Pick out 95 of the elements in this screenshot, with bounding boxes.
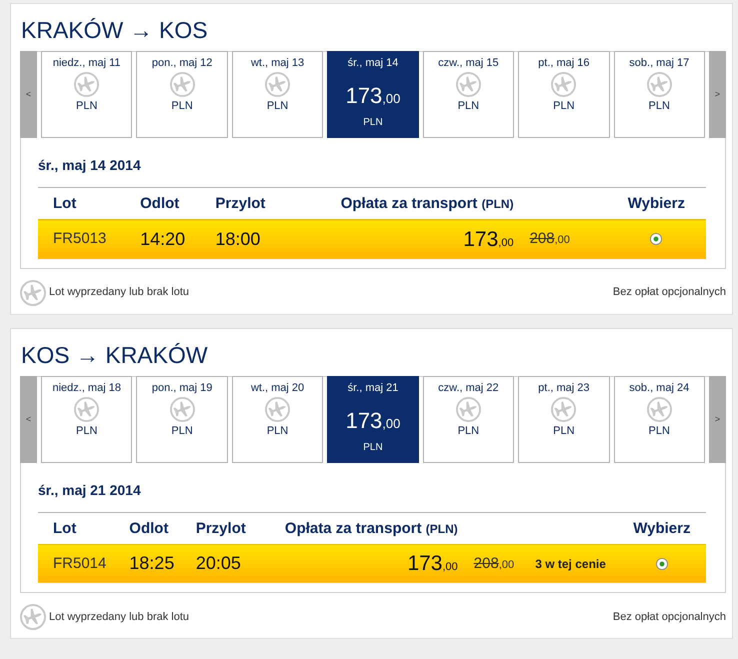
- date-tile[interactable]: pt., maj 23 PLN: [518, 376, 610, 462]
- date-tile[interactable]: czw., maj 15 PLN: [422, 51, 514, 138]
- flight-number: FR5013: [53, 230, 106, 248]
- currency-label: PLN: [363, 440, 383, 454]
- tile-date: czw., maj 15: [438, 57, 499, 70]
- tile-date: śr., maj 14: [348, 57, 398, 70]
- plane-icon: [265, 72, 290, 97]
- column-header: Opłata za transport (PLN): [340, 195, 514, 212]
- route-title: KOS → KRAKÓW: [21, 340, 208, 368]
- currency-label: PLN: [553, 100, 575, 113]
- plane-icon: [646, 72, 672, 97]
- old-price: 208,00: [474, 554, 514, 572]
- currency-label: PLN: [171, 424, 193, 438]
- date-tile[interactable]: pon., maj 19 PLN: [136, 376, 228, 462]
- legend-text: Lot wyprzedany lub brak lotu: [49, 610, 190, 625]
- currency-label: PLN: [648, 424, 670, 438]
- currency-label: PLN: [553, 424, 575, 438]
- date-tile[interactable]: śr., maj 14 173,00 PLN: [327, 51, 419, 138]
- plane-icon: [456, 72, 481, 97]
- radio-button[interactable]: [656, 558, 668, 570]
- date-tile[interactable]: czw., maj 22 PLN: [422, 376, 514, 462]
- plane-icon: [20, 604, 46, 630]
- next-button[interactable]: >: [708, 376, 726, 462]
- fee-note: Bez opłat opcjonalnych: [612, 285, 726, 300]
- column-header: Odlot: [129, 520, 168, 536]
- fare-price: 173,00: [463, 228, 514, 250]
- plane-icon: [456, 396, 481, 422]
- column-header: Przylot: [215, 195, 266, 212]
- currency-label: PLN: [458, 424, 480, 438]
- next-button[interactable]: >: [708, 51, 726, 138]
- plane-icon: [74, 72, 100, 97]
- date-tile[interactable]: sob., maj 24 PLN: [614, 376, 705, 462]
- currency-label: PLN: [76, 100, 98, 113]
- date-tile[interactable]: wt., maj 20 PLN: [232, 376, 324, 462]
- fare-price: 173,00: [407, 552, 458, 575]
- previous-button[interactable]: <: [20, 51, 37, 138]
- tile-date: śr., maj 21: [348, 382, 398, 394]
- tile-date: pon., maj 12: [152, 57, 212, 70]
- currency-label: PLN: [458, 100, 480, 113]
- column-header: Odlot: [140, 195, 180, 212]
- date-heading: śr., maj 14 2014: [38, 157, 141, 174]
- departure-time: 18:25: [129, 553, 174, 574]
- plane-icon: [646, 396, 672, 422]
- currency-label: PLN: [648, 100, 670, 113]
- date-tile[interactable]: pt., maj 16 PLN: [518, 51, 610, 138]
- departure-time: 14:20: [140, 228, 186, 249]
- column-header: Wybierz: [633, 520, 690, 536]
- column-header: Opłata za transport (PLN): [284, 520, 458, 536]
- date-tile[interactable]: niedz., maj 18 PLN: [41, 376, 132, 462]
- currency-label: PLN: [363, 116, 383, 129]
- tile-date: niedz., maj 11: [52, 57, 121, 70]
- tile-date: pt., maj 23: [538, 382, 590, 394]
- tile-date: wt., maj 20: [250, 382, 304, 394]
- tile-date: pon., maj 19: [152, 382, 212, 394]
- plane-icon: [265, 396, 290, 422]
- currency-label: PLN: [266, 100, 288, 113]
- flight-row[interactable]: FR5013 14:20 18:00 173,00 208,00: [38, 220, 706, 258]
- plane-icon: [74, 396, 100, 422]
- tile-date: pt., maj 16: [538, 57, 590, 70]
- date-tile[interactable]: pon., maj 12 PLN: [136, 51, 228, 138]
- date-tile[interactable]: wt., maj 13 PLN: [232, 51, 324, 138]
- date-tile[interactable]: śr., maj 21 173,00 PLN: [327, 376, 419, 462]
- fee-note: Bez opłat opcjonalnych: [612, 610, 726, 625]
- tile-date: sob., maj 17: [629, 57, 690, 70]
- column-header: Wybierz: [628, 195, 685, 212]
- currency-label: PLN: [76, 424, 98, 438]
- previous-button[interactable]: <: [20, 376, 37, 462]
- currency-label: PLN: [171, 100, 193, 113]
- column-header: Lot: [53, 195, 76, 212]
- date-tile[interactable]: niedz., maj 11 PLN: [41, 51, 132, 138]
- currency-label: PLN: [266, 424, 288, 438]
- plane-icon: [20, 280, 46, 306]
- plane-icon: [551, 72, 576, 97]
- seats-note: 3 w tej cenie: [535, 556, 606, 571]
- fare-price: 173,00: [346, 83, 400, 110]
- plane-icon: [170, 72, 195, 97]
- plane-icon: [170, 396, 195, 422]
- flight-number: FR5014: [53, 554, 106, 572]
- column-header: Przylot: [196, 520, 246, 536]
- arrival-time: 20:05: [196, 553, 241, 574]
- legend-text: Lot wyprzedany lub brak lotu: [49, 285, 190, 300]
- date-heading: śr., maj 21 2014: [38, 482, 141, 498]
- tile-date: niedz., maj 18: [52, 382, 121, 394]
- column-header: Lot: [53, 520, 76, 536]
- fare-price: 173,00: [346, 408, 400, 434]
- tile-date: czw., maj 22: [438, 382, 499, 394]
- old-price: 208,00: [530, 230, 570, 248]
- plane-icon: [551, 396, 576, 422]
- flight-row[interactable]: FR5014 18:25 20:05 173,00 208,00 3 w tej cenie: [38, 544, 706, 583]
- tile-date: sob., maj 24: [629, 382, 690, 394]
- tile-date: wt., maj 13: [250, 57, 304, 70]
- route-title: KRAKÓW → KOS: [21, 16, 208, 44]
- date-tile[interactable]: sob., maj 17 PLN: [614, 51, 705, 138]
- radio-button[interactable]: [650, 233, 662, 246]
- arrival-time: 18:00: [215, 228, 260, 249]
